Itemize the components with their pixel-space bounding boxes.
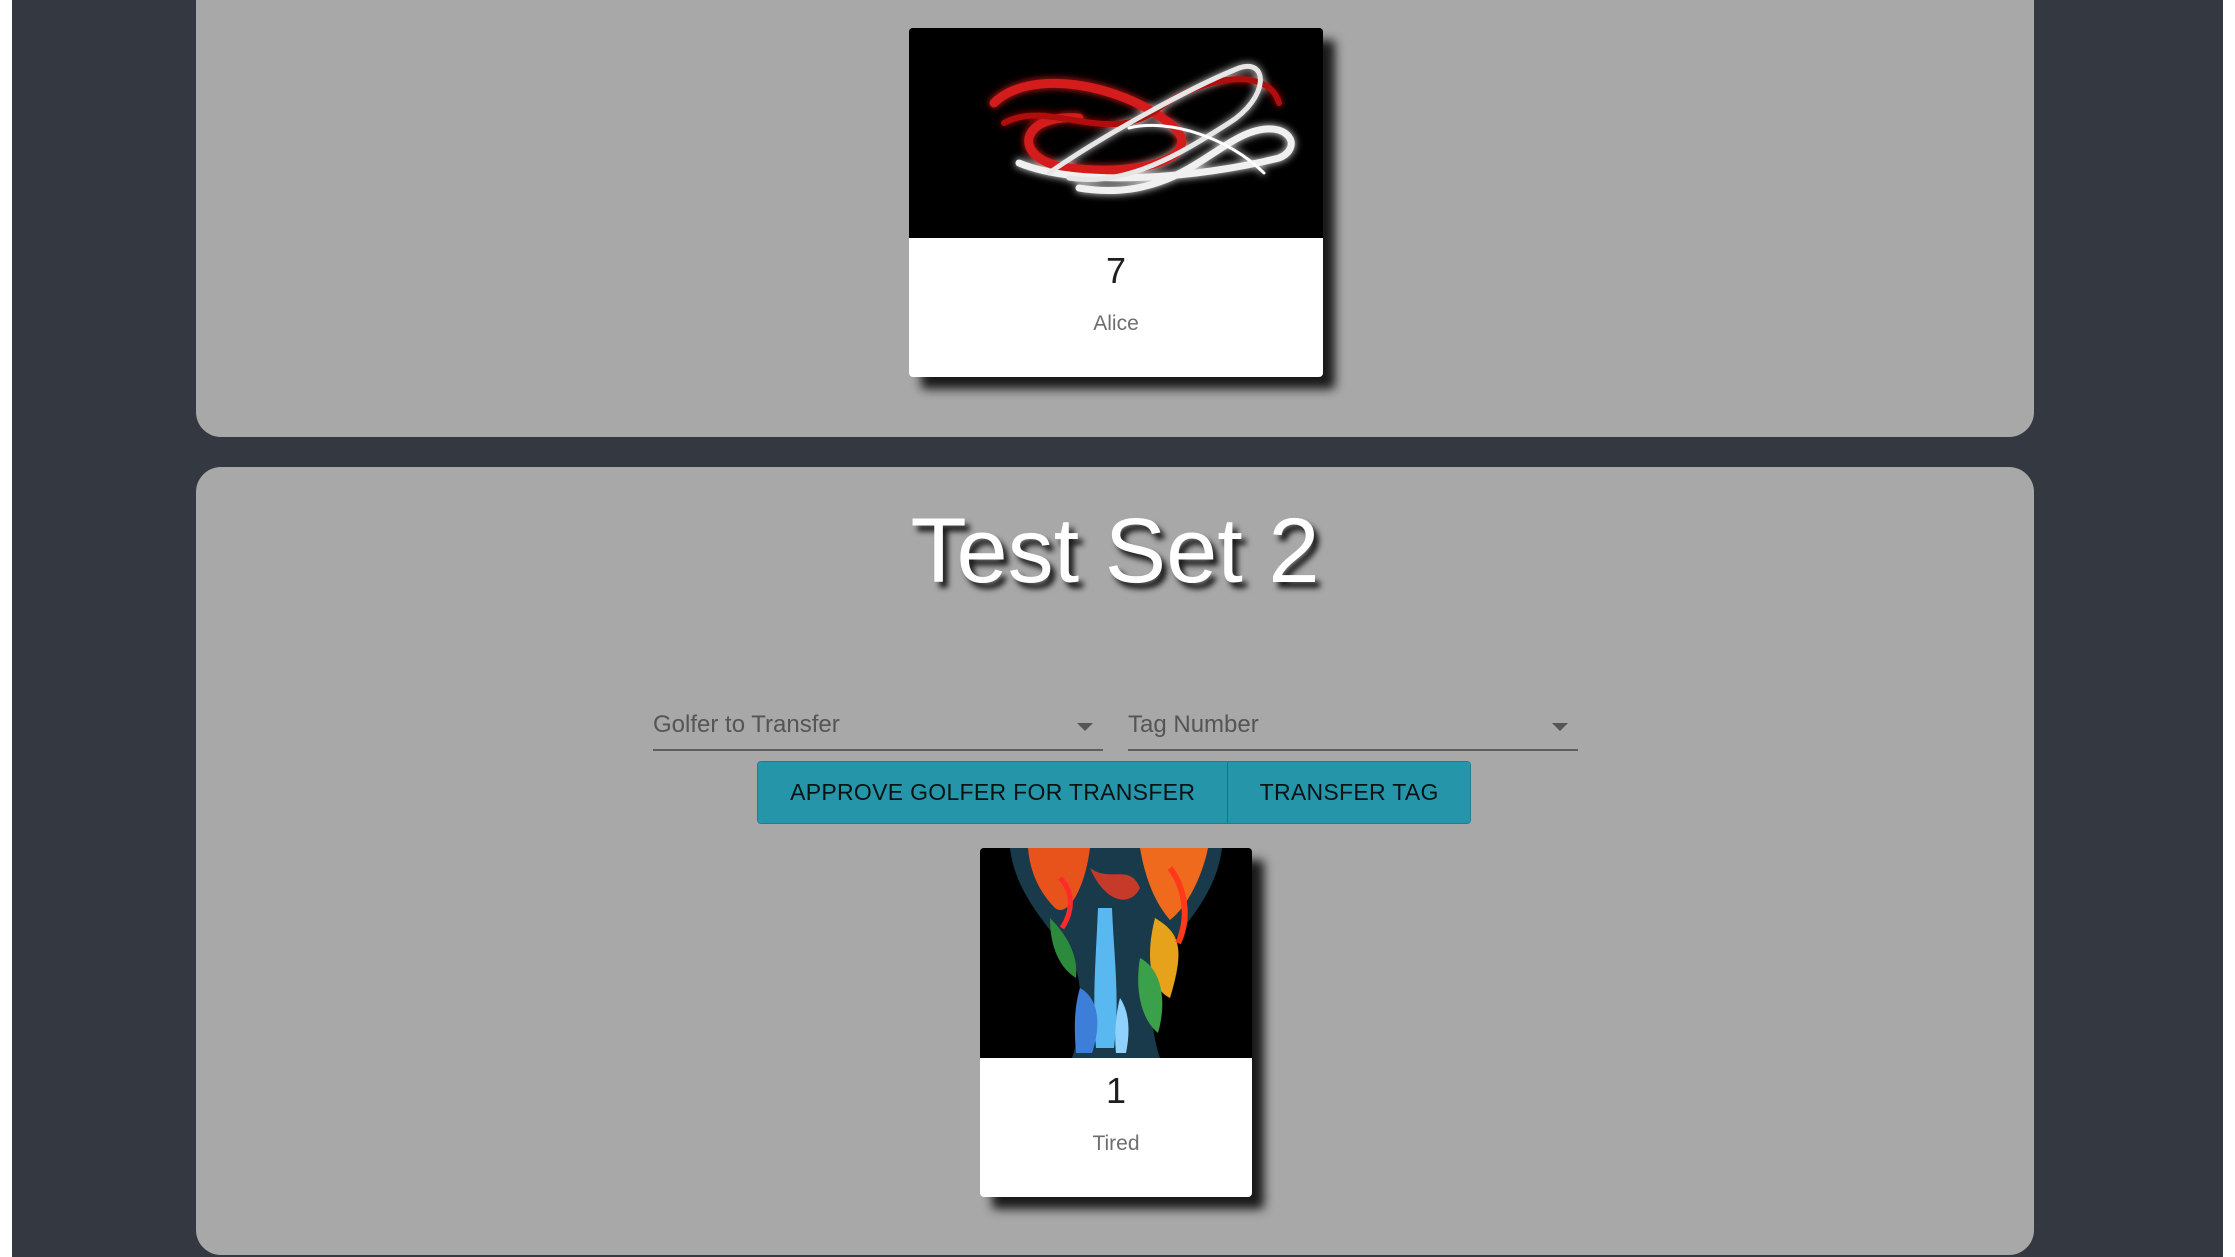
golfer-name: Tired [1092,1132,1140,1155]
tag-number-select[interactable]: Tag Number [1128,699,1578,751]
golfer-card[interactable]: 1 Tired [980,848,1252,1197]
tag-number: 1 [1105,1070,1127,1111]
golfer-card-image [980,848,1252,1058]
tag-number: 7 [1105,250,1127,291]
transfer-tag-button[interactable]: TRANSFER TAG [1227,762,1470,823]
set-title: Test Set 2 [910,500,1320,602]
golfer-card[interactable]: 7 Alice [909,28,1323,377]
dropdown-arrow-icon [1077,723,1093,731]
golfer-to-transfer-select[interactable]: Golfer to Transfer [653,699,1103,751]
test-set-1-panel: 7 Alice [196,0,2034,437]
dropdown-arrow-icon [1552,723,1568,731]
test-set-2-panel: Test Set 2 Golfer to Transfer Tag Number… [196,467,2034,1255]
select-label: Tag Number [1128,711,1259,738]
select-label: Golfer to Transfer [653,711,840,738]
golfer-name: Alice [1093,312,1139,335]
golfer-card-image [909,28,1323,238]
approve-golfer-button[interactable]: APPROVE GOLFER FOR TRANSFER [758,762,1228,823]
transfer-button-group: APPROVE GOLFER FOR TRANSFER TRANSFER TAG [757,761,1471,824]
